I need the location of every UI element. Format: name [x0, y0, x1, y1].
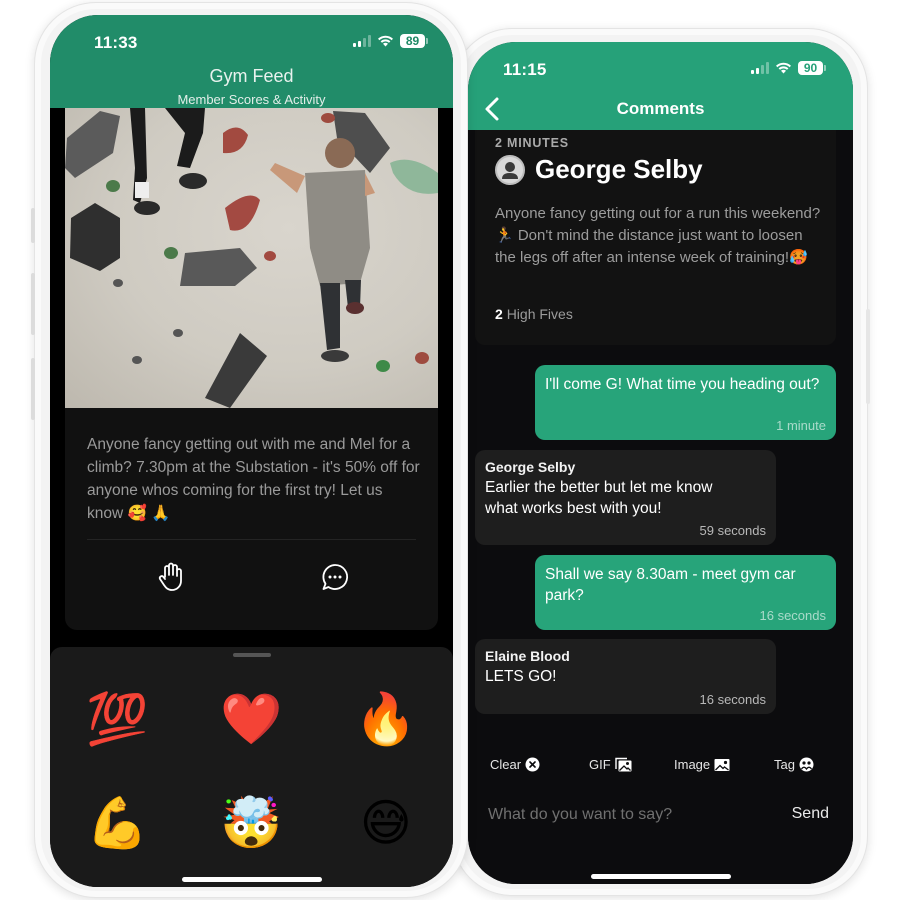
gif-label: GIF — [589, 757, 611, 772]
comment-text: Shall we say 8.30am - meet gym car park? — [545, 566, 796, 604]
cellular-signal-icon — [353, 35, 371, 47]
comment-time: 1 minute — [776, 418, 826, 433]
climbing-wall-illustration — [65, 108, 438, 408]
comment-time: 16 seconds — [759, 608, 827, 623]
phone-frame-feed: 11:33 89 Gym Feed Member Scores & Activi… — [31, 2, 468, 898]
post-body: Anyone fancy getting out for a run this … — [495, 205, 821, 266]
battery-indicator: 89 — [400, 34, 428, 48]
power-button — [866, 309, 870, 404]
post-body: Anyone fancy getting out with me and Mel… — [87, 436, 420, 522]
avatar[interactable] — [495, 155, 525, 185]
clear-label: Clear — [490, 757, 522, 772]
comment-text: Earlier the better but let me know what … — [485, 479, 713, 517]
mute-switch — [31, 208, 35, 243]
comment-author: George Selby — [485, 459, 576, 475]
reaction-hundred-points[interactable]: 💯 — [50, 687, 184, 751]
original-post-card: 2 MINUTES George Selby Anyone fancy gett… — [475, 130, 836, 345]
status-bar: 11:15 90 — [468, 42, 853, 92]
comment-author: Elaine Blood — [485, 648, 570, 664]
tag-label: Tag — [774, 757, 795, 772]
comments-screen: 11:15 90 Comments 2 MINUTES George Selby… — [468, 42, 853, 884]
speech-bubble-icon — [322, 564, 349, 590]
volume-up-button — [31, 273, 35, 335]
volume-down-button — [31, 358, 35, 420]
page-title: Comments — [616, 99, 705, 118]
cellular-signal-icon — [751, 62, 769, 74]
tag-button[interactable]: Tag — [774, 757, 814, 772]
comment-text: LETS GO! — [485, 668, 557, 685]
home-indicator[interactable] — [181, 877, 322, 882]
image-icon — [714, 758, 730, 771]
high-fives-label: High Fives — [506, 306, 573, 322]
post-author[interactable]: George Selby — [535, 154, 703, 185]
post-photo[interactable] — [65, 108, 438, 408]
image-label: Image — [674, 757, 711, 772]
feed-post-card: Anyone fancy getting out with me and Mel… — [65, 108, 438, 630]
comments-header: 11:15 90 Comments — [468, 42, 853, 130]
page-subtitle: Member Scores & Activity — [177, 92, 326, 107]
comment-bubble[interactable]: I'll come G! What time you heading out? … — [535, 365, 836, 440]
comment-composer: Clear GIF Image Tag What do you want to … — [468, 743, 853, 884]
status-time: 11:33 — [94, 33, 138, 52]
high-fives-count[interactable]: 2 High Fives — [495, 306, 573, 322]
sheet-drag-handle[interactable] — [232, 653, 271, 657]
clear-button[interactable]: Clear — [490, 757, 540, 772]
gif-button[interactable]: GIF — [589, 757, 632, 772]
reaction-picker-sheet: 💯 ❤️ 🔥 💪 🤯 😅 — [50, 647, 453, 887]
page-title: Gym Feed — [209, 66, 294, 86]
status-time: 11:15 — [503, 60, 547, 79]
comment-button[interactable] — [318, 560, 352, 594]
battery-indicator: 90 — [798, 61, 826, 75]
reaction-exploding-head[interactable]: 🤯 — [184, 791, 318, 855]
composer-toolbar: Clear GIF Image Tag — [468, 757, 853, 777]
home-indicator[interactable] — [590, 874, 731, 879]
clear-circle-icon — [525, 757, 540, 772]
comment-bubble[interactable]: Elaine Blood LETS GO! 16 seconds — [475, 639, 776, 714]
gif-image-icon — [614, 757, 632, 772]
image-button[interactable]: Image — [674, 757, 730, 772]
reaction-grinning-sweat[interactable]: 😅 — [319, 791, 453, 855]
wifi-icon — [776, 62, 791, 74]
status-bar: 11:33 89 — [50, 15, 453, 65]
reaction-flexed-biceps[interactable]: 💪 — [50, 791, 184, 855]
comment-text: I'll come G! What time you heading out? — [545, 376, 820, 393]
comment-bubble[interactable]: Shall we say 8.30am - meet gym car park?… — [535, 555, 836, 630]
phone-frame-comments: 11:15 90 Comments 2 MINUTES George Selby… — [450, 28, 870, 896]
tag-people-icon — [799, 757, 814, 772]
post-time-ago: 2 MINUTES — [495, 136, 569, 150]
comment-input[interactable] — [488, 801, 758, 829]
comment-time: 16 seconds — [699, 692, 767, 707]
wifi-icon — [378, 35, 393, 47]
comment-time: 59 seconds — [699, 523, 767, 538]
user-silhouette-icon — [502, 162, 518, 179]
high-five-button[interactable] — [154, 560, 188, 594]
send-button[interactable]: Send — [792, 805, 829, 823]
feed-screen: 11:33 89 Gym Feed Member Scores & Activi… — [50, 15, 453, 887]
reaction-fire[interactable]: 🔥 — [319, 687, 453, 751]
feed-header: 11:33 89 Gym Feed Member Scores & Activi… — [50, 15, 453, 108]
raised-hand-icon — [158, 562, 182, 591]
divider — [87, 539, 416, 540]
reaction-red-heart[interactable]: ❤️ — [184, 687, 318, 751]
high-fives-number: 2 — [495, 306, 503, 322]
comment-bubble[interactable]: George Selby Earlier the better but let … — [475, 450, 776, 545]
